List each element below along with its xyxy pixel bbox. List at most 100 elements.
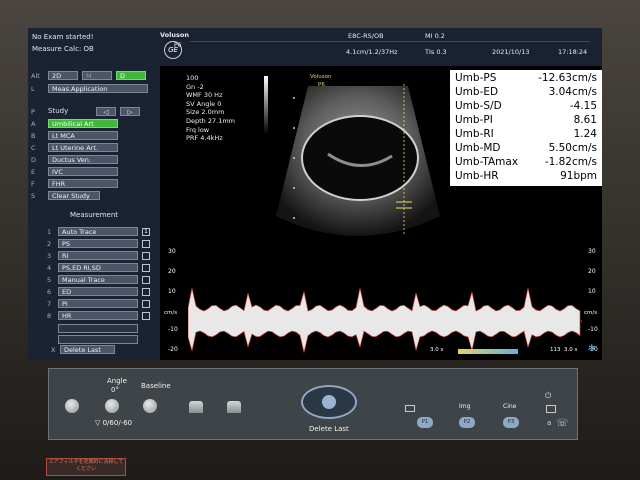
tis-value: TIs 0.3	[425, 48, 447, 56]
result-row: Umb-PI 8.61	[450, 114, 602, 128]
delete-last-trackball[interactable]	[301, 385, 357, 419]
y-tick-label: 30	[588, 248, 596, 255]
cine-label: Cine	[503, 403, 517, 410]
empty-slot-1[interactable]	[58, 324, 138, 333]
soft-button-2[interactable]	[227, 401, 241, 413]
p3-button[interactable]: P3	[503, 417, 519, 428]
study-item-lt-uterine-art[interactable]: Lt Uterine Art.	[48, 143, 118, 152]
power-icon[interactable]: ⏻	[545, 391, 551, 401]
study-label: Study	[48, 107, 69, 115]
measurement-item[interactable]: Manual Trace	[58, 275, 138, 284]
measurement-item[interactable]: PS,ED RI,SD	[58, 263, 138, 272]
meas-application-button[interactable]: Meas.Application	[48, 84, 148, 93]
measurement-item[interactable]: ED	[58, 287, 138, 296]
study-item-lt-mca[interactable]: Lt MCA	[48, 131, 118, 140]
warning-sticker: エアフィルタを定期的に清掃してください	[46, 458, 126, 476]
result-row: Umb-PS -12.63cm/s	[450, 72, 602, 86]
study-next-button[interactable]: ▷	[120, 107, 140, 116]
mode-2d-button[interactable]: 2D	[48, 71, 78, 80]
measurement-checkbox[interactable]	[142, 312, 150, 320]
monitor-icon[interactable]	[546, 405, 556, 413]
measurement-item[interactable]: PS	[58, 239, 138, 248]
baseline-knob[interactable]	[143, 399, 157, 413]
measurement-checkbox[interactable]	[142, 300, 150, 308]
param-line: Depth 27.1mm	[186, 116, 236, 125]
result-value: 8.61	[573, 114, 597, 126]
result-value: 1.24	[573, 128, 597, 140]
study-item-ductus-ven[interactable]: Ductus Ven.	[48, 155, 118, 164]
sweep-left: 3.0 s	[430, 347, 444, 353]
measurement-key: 4	[47, 264, 52, 272]
measurement-key: 6	[47, 288, 52, 296]
soft-button-1[interactable]	[189, 401, 203, 413]
result-row: Umb-S/D -4.15	[450, 100, 602, 114]
mode-d-button[interactable]: D	[116, 71, 146, 80]
param-line: 100	[186, 74, 199, 82]
study-prev-button[interactable]: ◁	[96, 107, 116, 116]
y-tick-label: -20	[168, 346, 178, 353]
y-tick-label: 30	[168, 248, 176, 255]
image-label-p6: P6	[318, 82, 325, 88]
a-icon[interactable]: a	[547, 419, 551, 427]
phone-icon[interactable]: ☏	[556, 418, 569, 429]
result-row: Umb-MD 5.50cm/s	[450, 142, 602, 156]
result-label: Umb-MD	[455, 142, 501, 154]
measurement-item[interactable]: Auto Trace	[58, 227, 138, 236]
result-label: Umb-HR	[455, 170, 499, 182]
header-divider	[190, 41, 590, 42]
measurement-key: 2	[47, 240, 52, 248]
baseline-label: Baseline	[141, 382, 171, 390]
y-tick-label: 10	[168, 288, 176, 295]
result-row: Umb-HR 91bpm	[450, 170, 602, 184]
trackball-icon	[322, 395, 336, 409]
measurement-checkbox[interactable]	[142, 240, 150, 248]
study-item-fhr[interactable]: FHR	[48, 179, 118, 188]
measurement-checkbox[interactable]: 1	[142, 228, 150, 236]
measurement-checkbox[interactable]	[142, 288, 150, 296]
freeze-icon: ✻	[588, 344, 596, 354]
scan-parameters: 100 Gn -2 WMF 30 Hz SV Angle 0 Size 2.0m…	[186, 74, 235, 143]
y-tick-label: -10	[168, 326, 178, 333]
mode-m-button[interactable]: M	[82, 71, 112, 80]
date-display: 2021/10/13	[492, 48, 530, 56]
brand-name: Voluson	[160, 31, 189, 39]
study-key: C	[31, 144, 36, 152]
doppler-waveform	[188, 287, 582, 353]
study-item-clear-study[interactable]: Clear Study	[48, 191, 100, 200]
y-tick-label: -10	[588, 326, 598, 333]
image-area: 100 Gn -2 WMF 30 Hz SV Angle 0 Size 2.0m…	[160, 66, 602, 360]
knob-1[interactable]	[65, 399, 79, 413]
param-line: SV Angle 0	[186, 99, 222, 108]
top-info-bar: GE Voluson P6 E8C-RS/OB MI 0.2 4.1cm/1.2…	[160, 28, 602, 66]
scan-settings: 4.1cm/1.2/37Hz	[346, 48, 398, 56]
sweep-right: 3.0 s	[564, 347, 578, 353]
doppler-spectrum: 302010-10-20-30 302010-10-20-30 cm/s cm/…	[160, 248, 602, 360]
param-line: Frq low	[186, 125, 210, 134]
measurement-checkbox[interactable]	[142, 252, 150, 260]
result-row: Umb-TAmax -1.82cm/s	[450, 156, 602, 170]
measurement-checkbox[interactable]	[142, 276, 150, 284]
result-value: -1.82cm/s	[544, 156, 597, 168]
b-mode-image	[276, 84, 440, 236]
empty-slot-2[interactable]	[58, 335, 138, 344]
result-value: -12.63cm/s	[538, 72, 597, 84]
measurement-item[interactable]: HR	[58, 311, 138, 320]
measurement-item[interactable]: RI	[58, 251, 138, 260]
p2-button[interactable]: P2	[459, 417, 475, 428]
p1-button[interactable]: P1	[417, 417, 433, 428]
result-label: Umb-PS	[455, 72, 497, 84]
result-label: Umb-ED	[455, 86, 499, 98]
touch-control-panel: Angle 0° Baseline ▽ 0/60/-60 Delete Last…	[48, 368, 578, 440]
param-line: Gn -2	[186, 82, 204, 91]
result-value: 91bpm	[560, 170, 597, 182]
delete-last-button[interactable]: Delete Last	[60, 345, 115, 354]
study-key: F	[31, 180, 35, 188]
measurement-checkbox[interactable]	[142, 264, 150, 272]
study-item-ivc[interactable]: IVC	[48, 167, 118, 176]
angle-label: Angle	[107, 377, 127, 385]
study-item-umbilical-art[interactable]: Umbilical Art	[48, 119, 118, 128]
measurement-item[interactable]: PI	[58, 299, 138, 308]
angle-knob[interactable]	[105, 399, 119, 413]
l-key: L	[31, 85, 35, 93]
delete-last-label: Delete Last	[309, 425, 349, 433]
